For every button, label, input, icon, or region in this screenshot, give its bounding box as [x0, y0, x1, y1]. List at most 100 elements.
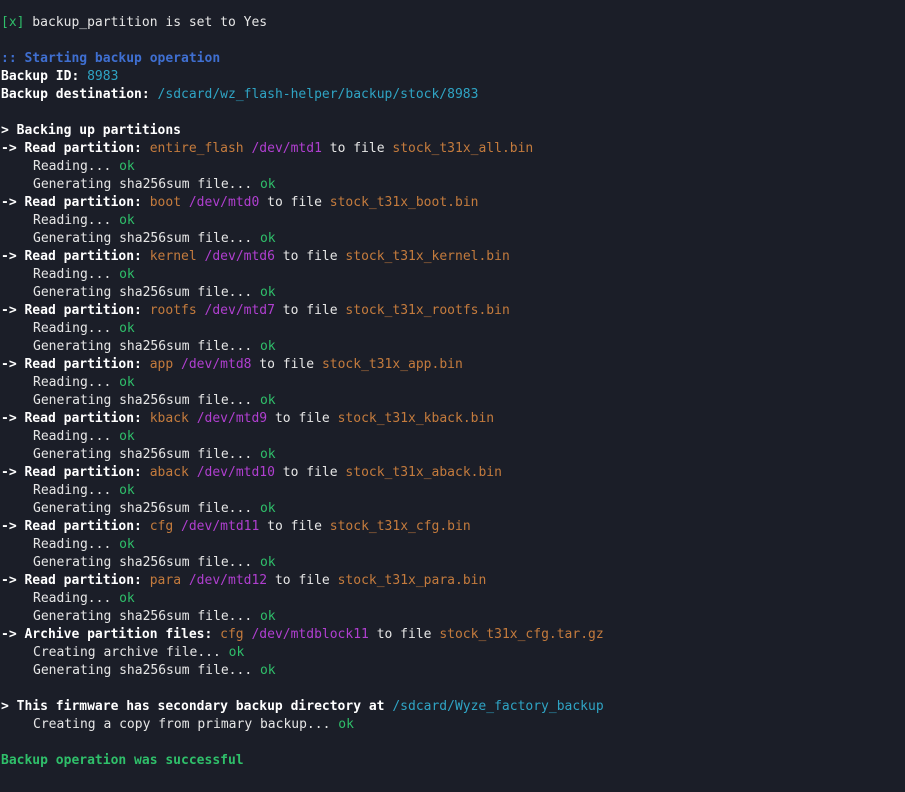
reading-text: Reading... [33, 267, 120, 282]
creating-archive-line: Creating archive file... ok [1, 644, 905, 662]
ok-status: ok [259, 501, 276, 516]
reading-line: Reading... ok [1, 212, 905, 230]
read-partition-line: -> Read partition: boot /dev/mtd0 to fil… [1, 194, 905, 212]
sha-line: Generating sha256sum file... ok [1, 338, 905, 356]
sha-text: Generating sha256sum file... [33, 339, 260, 354]
ok-status: ok [259, 231, 276, 246]
partition-name: boot [149, 195, 182, 210]
sha-text: Generating sha256sum file... [33, 393, 260, 408]
ok-status: ok [259, 177, 276, 192]
read-partition-label: -> Read partition: [1, 249, 150, 264]
to-file-text: to file [259, 195, 330, 210]
reading-text: Reading... [33, 429, 120, 444]
backup-destination-label: Backup destination: [1, 87, 158, 102]
ok-status: ok [259, 339, 276, 354]
ok-status: ok [259, 555, 276, 570]
reading-line: Reading... ok [1, 428, 905, 446]
reading-line: Reading... ok [1, 374, 905, 392]
partition-device: /dev/mtd1 [251, 141, 322, 156]
sha-line: Generating sha256sum file... ok [1, 392, 905, 410]
success-message: Backup operation was successful [1, 753, 244, 768]
read-partition-line: -> Read partition: para /dev/mtd12 to fi… [1, 572, 905, 590]
partition-device: /dev/mtd7 [204, 303, 275, 318]
ok-status: ok [338, 717, 354, 732]
sha-text: Generating sha256sum file... [33, 231, 260, 246]
ok-status: ok [259, 285, 276, 300]
ok-status: ok [259, 447, 276, 462]
ok-status: ok [119, 375, 135, 390]
backup-id-value: 8983 [87, 69, 119, 84]
secondary-backup-label: > This firmware has secondary backup dir… [1, 699, 393, 714]
read-partition-line: -> Read partition: kernel /dev/mtd6 to f… [1, 248, 905, 266]
partition-list: -> Read partition: entire_flash /dev/mtd… [1, 140, 905, 626]
terminal-window[interactable]: [x] backup_partition is set to Yes :: St… [0, 0, 905, 792]
creating-archive-text: Creating archive file... [33, 645, 229, 660]
backup-id-line: Backup ID: 8983 [1, 68, 905, 86]
reading-text: Reading... [33, 537, 120, 552]
ok-status: ok [119, 537, 135, 552]
reading-text: Reading... [33, 375, 120, 390]
partition-file-name: stock_t31x_cfg.bin [329, 519, 471, 534]
reading-line: Reading... ok [1, 590, 905, 608]
read-partition-line: -> Read partition: app /dev/mtd8 to file… [1, 356, 905, 374]
ok-status: ok [119, 321, 135, 336]
to-file-text: to file [321, 141, 393, 156]
partition-name: rootfs [149, 303, 197, 318]
partition-name: app [149, 357, 174, 372]
partition-file-name: stock_t31x_boot.bin [329, 195, 479, 210]
read-partition-line: -> Read partition: entire_flash /dev/mtd… [1, 140, 905, 158]
partition-name: cfg [149, 519, 174, 534]
to-file-text: to file [267, 411, 338, 426]
read-partition-label: -> Read partition: [1, 465, 150, 480]
ok-status: ok [119, 267, 135, 282]
secondary-backup-path: /sdcard/Wyze_factory_backup [392, 699, 604, 714]
backup-id-label: Backup ID: [1, 69, 88, 84]
config-check-line: [x] backup_partition is set to Yes [1, 14, 905, 32]
partition-name: aback [149, 465, 189, 480]
copy-primary-line: Creating a copy from primary backup... o… [1, 716, 905, 734]
partition-file-name: stock_t31x_aback.bin [345, 465, 502, 480]
read-partition-label: -> Read partition: [1, 357, 150, 372]
sha-line: Generating sha256sum file... ok [1, 662, 905, 680]
backup-destination-value: /sdcard/wz_flash-helper/backup/stock/898… [157, 87, 479, 102]
read-partition-line: -> Read partition: aback /dev/mtd10 to f… [1, 464, 905, 482]
sha-text: Generating sha256sum file... [33, 285, 260, 300]
ok-status: ok [259, 393, 276, 408]
reading-line: Reading... ok [1, 536, 905, 554]
to-file-text: to file [274, 249, 346, 264]
partition-file-name: stock_t31x_rootfs.bin [345, 303, 510, 318]
partition-name: kback [149, 411, 189, 426]
partition-device: /dev/mtd8 [181, 357, 252, 372]
archive-partition-name: cfg [220, 627, 244, 642]
partition-name: entire_flash [149, 141, 244, 156]
archive-line: -> Archive partition files: cfg /dev/mtd… [1, 626, 905, 644]
partition-file-name: stock_t31x_para.bin [337, 573, 487, 588]
partition-name: kernel [149, 249, 197, 264]
to-file-text: to file [368, 627, 440, 642]
ok-status: ok [119, 483, 135, 498]
sha-text: Generating sha256sum file... [33, 555, 260, 570]
read-partition-label: -> Read partition: [1, 519, 150, 534]
archive-device: /dev/mtdblock11 [251, 627, 369, 642]
to-file-text: to file [251, 357, 322, 372]
to-file-text: to file [267, 573, 338, 588]
read-partition-label: -> Read partition: [1, 573, 150, 588]
sha-text: Generating sha256sum file... [33, 447, 260, 462]
sha-text: Generating sha256sum file... [33, 609, 260, 624]
read-partition-line: -> Read partition: rootfs /dev/mtd7 to f… [1, 302, 905, 320]
reading-line: Reading... ok [1, 266, 905, 284]
to-file-text: to file [259, 519, 330, 534]
ok-status: ok [119, 213, 135, 228]
sha-line: Generating sha256sum file... ok [1, 176, 905, 194]
partition-device: /dev/mtd12 [188, 573, 268, 588]
archive-label: -> Archive partition files: [1, 627, 221, 642]
ok-status: ok [119, 159, 135, 174]
partition-device: /dev/mtd11 [181, 519, 260, 534]
sha-text: Generating sha256sum file... [33, 501, 260, 516]
sha-line: Generating sha256sum file... ok [1, 446, 905, 464]
copy-primary-text: Creating a copy from primary backup... [33, 717, 339, 732]
partition-device: /dev/mtd9 [196, 411, 268, 426]
